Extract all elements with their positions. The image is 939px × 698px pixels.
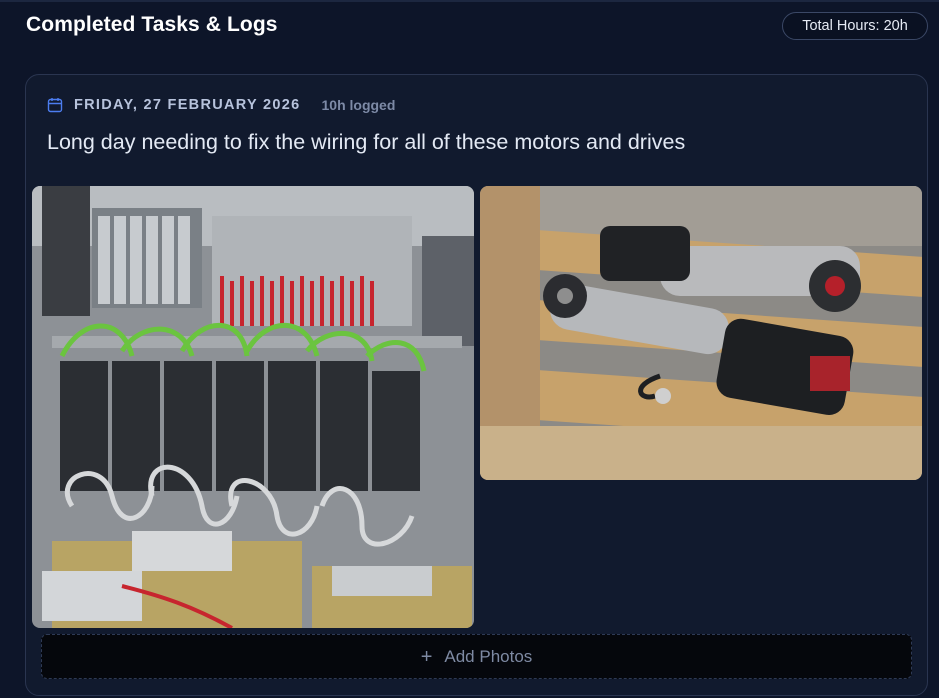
pump-motors-photo[interactable] [480, 186, 922, 480]
add-photos-button[interactable]: + Add Photos [41, 634, 912, 679]
log-date: FRIDAY, 27 FEBRUARY 2026 [74, 97, 301, 113]
hours-logged: 10h logged [321, 97, 396, 113]
page: Completed Tasks & Logs Total Hours: 20h … [0, 0, 939, 698]
log-entry-card: FRIDAY, 27 FEBRUARY 2026 10h logged Long… [25, 74, 928, 696]
control-cabinet-photo[interactable] [32, 186, 474, 628]
total-hours-badge: Total Hours: 20h [782, 12, 928, 40]
plus-icon: + [420, 645, 433, 668]
top-divider [0, 0, 939, 2]
log-date-row: FRIDAY, 27 FEBRUARY 2026 10h logged [47, 95, 395, 115]
section-title: Completed Tasks & Logs [26, 13, 278, 36]
log-description: Long day needing to fix the wiring for a… [47, 130, 686, 154]
add-photos-label: Add Photos [444, 646, 533, 666]
calendar-icon [47, 97, 63, 113]
